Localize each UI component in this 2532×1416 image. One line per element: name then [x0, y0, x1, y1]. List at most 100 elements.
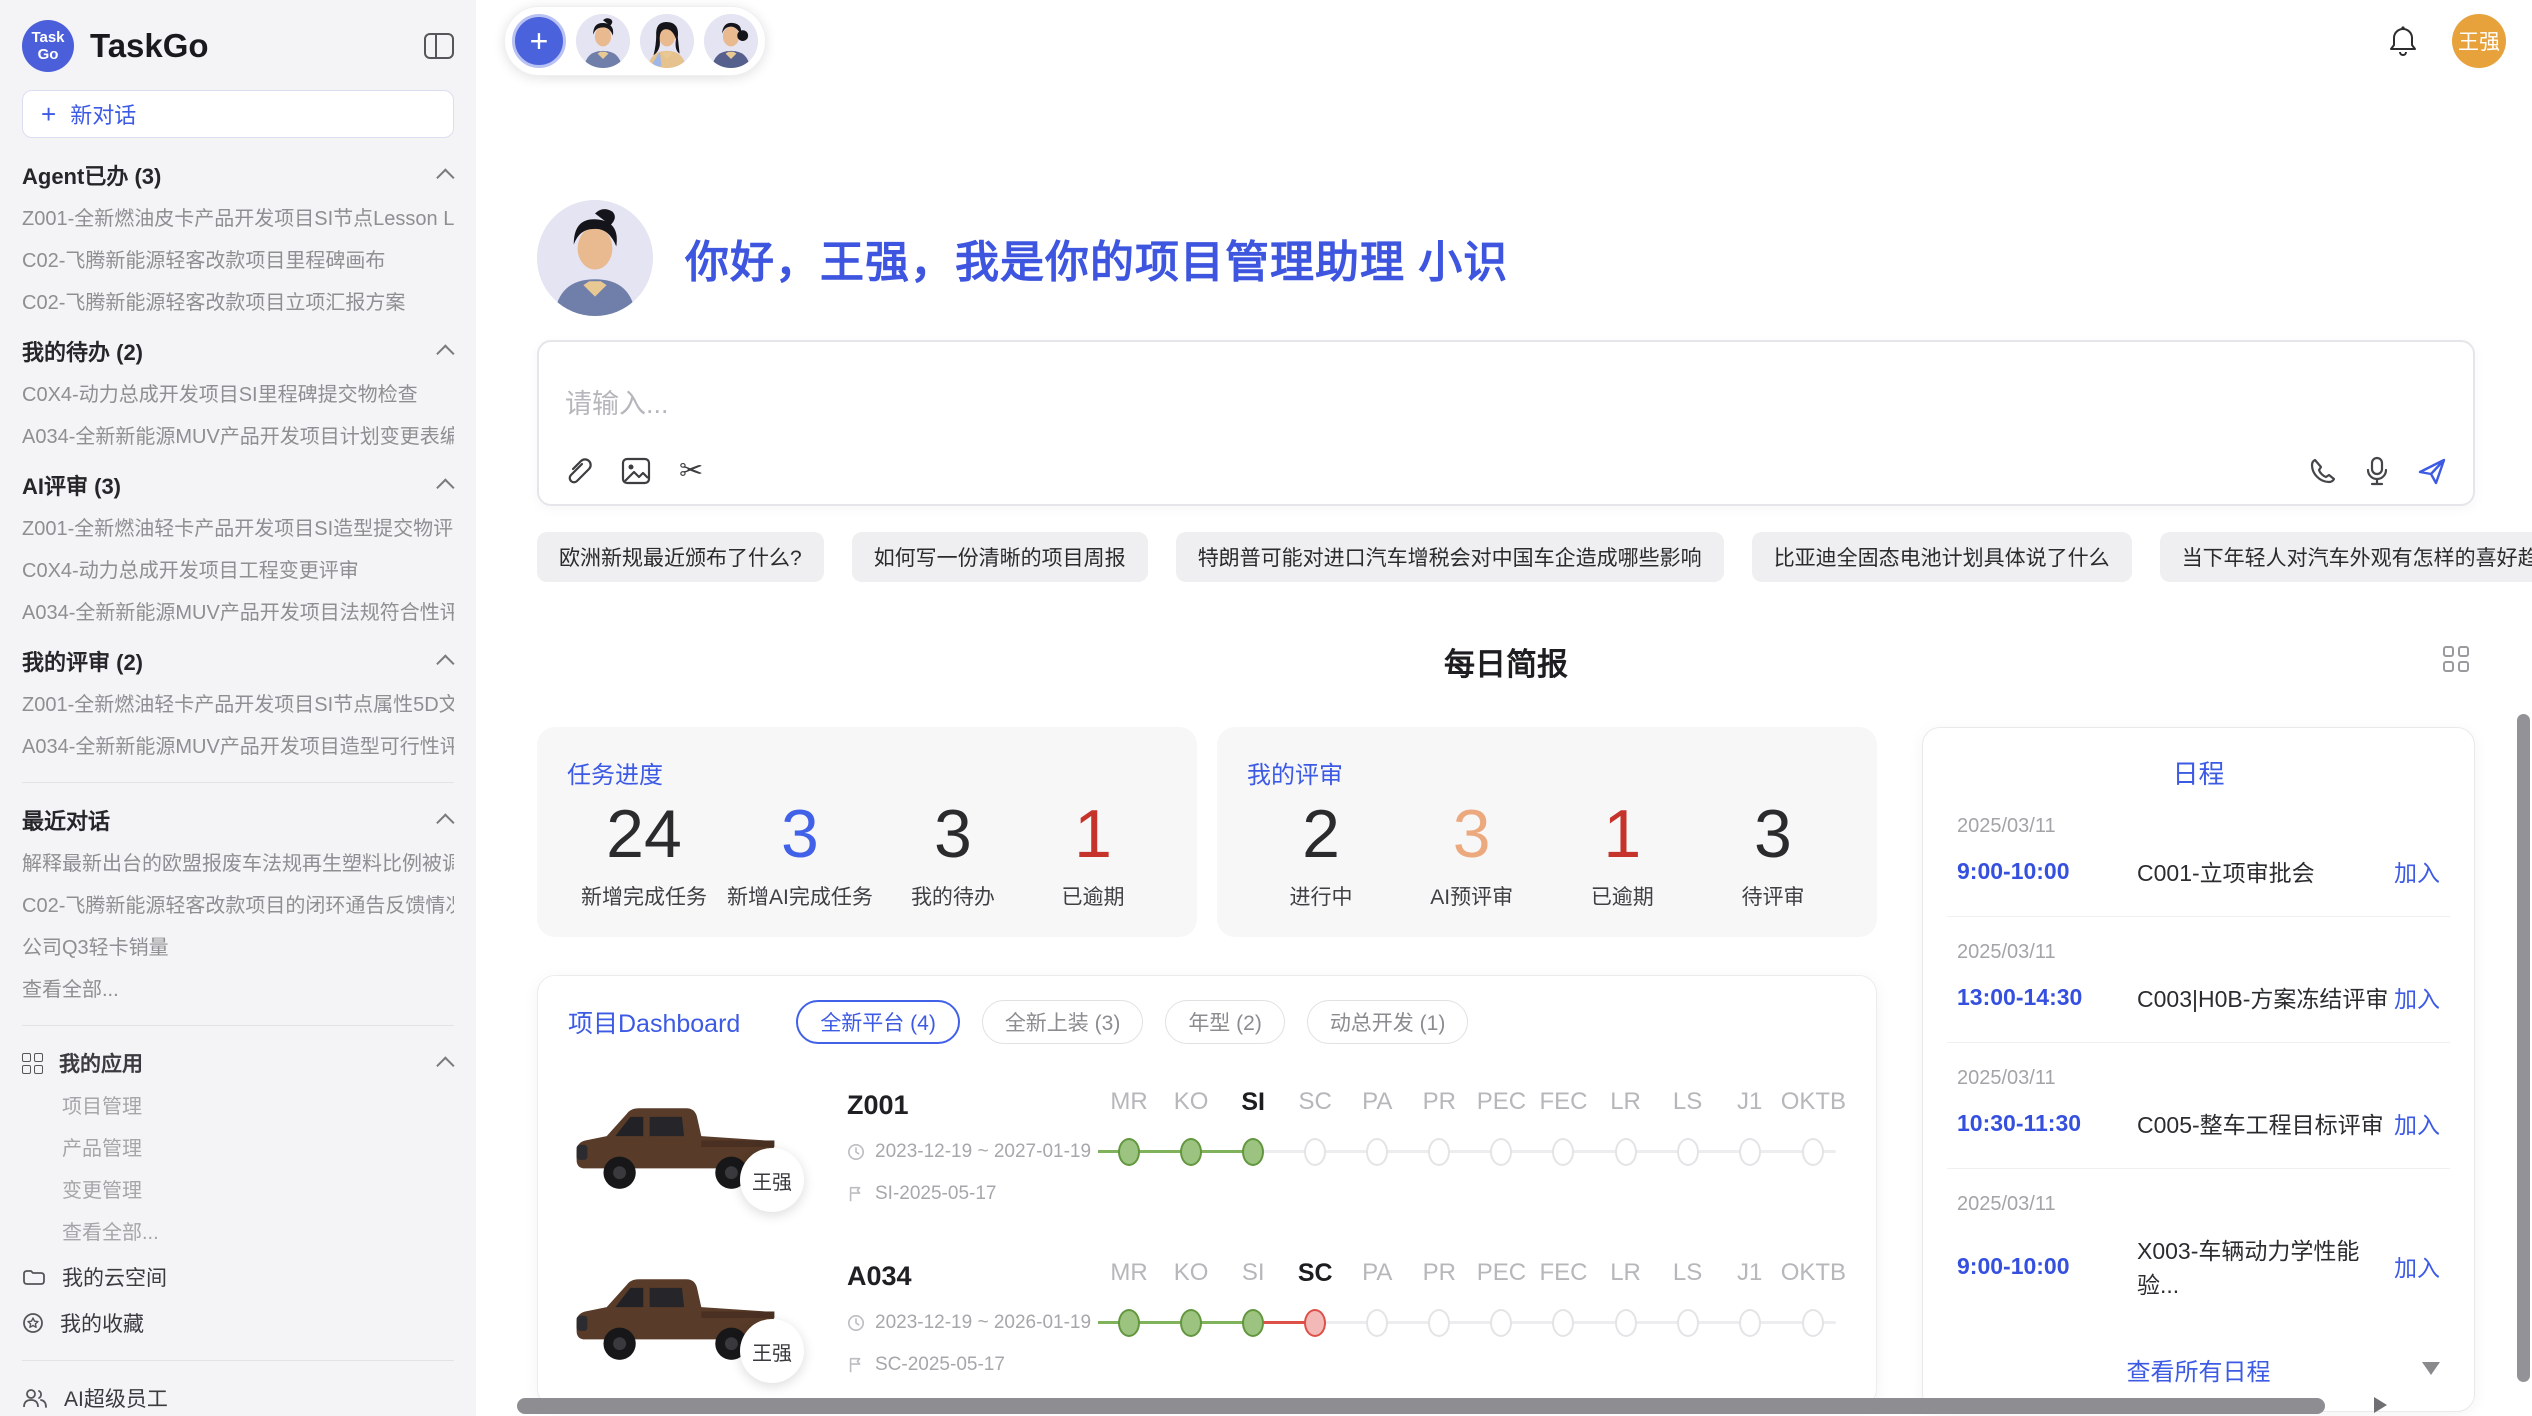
- milestone: LR: [1595, 1259, 1657, 1337]
- suggestion-chip[interactable]: 特朗普可能对进口汽车增税会对中国车企造成哪些影响: [1176, 532, 1724, 582]
- sidebar-section-recent[interactable]: 最近对话: [22, 797, 454, 843]
- sidebar-item[interactable]: C0X4-动力总成开发项目SI里程碑提交物检查: [22, 374, 454, 416]
- sidebar-item[interactable]: C02-飞腾新能源轻客改款项目立项汇报方案: [22, 282, 454, 324]
- sidebar-item-ai-super-staff[interactable]: AI超级员工: [22, 1375, 454, 1416]
- sidebar-item[interactable]: A034-全新新能源MUV产品开发项目法规符合性评审: [22, 592, 454, 634]
- schedule-time: 9:00-10:00: [1957, 1253, 2137, 1280]
- send-icon[interactable]: [2417, 456, 2447, 486]
- sidebar-item[interactable]: A034-全新新能源MUV产品开发项目造型可行性评审: [22, 726, 454, 768]
- view-all-chats-link[interactable]: 查看全部...: [22, 969, 454, 1011]
- schedule-list: 2025/03/119:00-10:00C001-立项审批会加入2025/03/…: [1923, 791, 2474, 1328]
- milestone-label: LR: [1610, 1259, 1641, 1295]
- stat-value: 3: [1754, 792, 1792, 877]
- notifications-bell-icon[interactable]: [2388, 25, 2418, 57]
- schedule-card: 日程 2025/03/119:00-10:00C001-立项审批会加入2025/…: [1922, 727, 2475, 1412]
- milestone-label: PA: [1362, 1259, 1392, 1295]
- new-chat-button[interactable]: + 新对话: [22, 90, 454, 138]
- sidebar: Task Go TaskGo + 新对话 Agent已办 (3)Z001-全新燃…: [0, 0, 476, 1416]
- app-item[interactable]: 产品管理: [22, 1128, 454, 1170]
- suggestion-chip[interactable]: 比亚迪全固态电池计划具体说了什么: [1752, 532, 2132, 582]
- milestone: PEC: [1470, 1259, 1532, 1337]
- project-row[interactable]: 王强A0342023-12-19 ~ 2026-01-19SC-2025-05-…: [568, 1257, 1846, 1386]
- join-meeting-link[interactable]: 加入: [2394, 1249, 2440, 1283]
- dashboard-tab[interactable]: 全新上装 (3): [982, 1000, 1144, 1044]
- vertical-scrollbar[interactable]: [2517, 714, 2530, 1382]
- milestone-label: LS: [1673, 1088, 1702, 1124]
- stat-value: 1: [1074, 792, 1112, 877]
- milestone: J1: [1719, 1088, 1781, 1166]
- chat-input-card: ✂: [537, 340, 2475, 506]
- milestone-dot: [1304, 1138, 1326, 1166]
- image-upload-icon[interactable]: [621, 457, 651, 485]
- attachment-icon[interactable]: [565, 456, 593, 486]
- sidebar-section-header-3[interactable]: 我的评审 (2): [22, 638, 454, 684]
- join-meeting-link[interactable]: 加入: [2394, 1106, 2440, 1140]
- sidebar-nav: Agent已办 (3)Z001-全新燃油皮卡产品开发项目SI节点Lesson L…: [0, 148, 476, 1416]
- milestone-label: J1: [1737, 1088, 1762, 1124]
- dashboard-tab[interactable]: 全新平台 (4): [796, 1000, 960, 1044]
- phone-call-icon[interactable]: [2309, 457, 2337, 485]
- sidebar-item-cloud-space[interactable]: 我的云空间: [22, 1254, 454, 1300]
- suggestion-chip[interactable]: 当下年轻人对汽车外观有怎样的喜好趋势: [2160, 532, 2532, 582]
- recent-chat-item[interactable]: 公司Q3轻卡销量: [22, 927, 454, 969]
- project-date-range: 2023-12-19 ~ 2027-01-19: [875, 1141, 1091, 1163]
- schedule-row: 13:00-14:30C003|H0B-方案冻结评审加入: [1957, 980, 2440, 1014]
- sidebar-item[interactable]: Z001-全新燃油轻卡产品开发项目SI节点属性5D文件评审: [22, 684, 454, 726]
- sidebar-section-header-1[interactable]: 我的待办 (2): [22, 328, 454, 374]
- app-item[interactable]: 变更管理: [22, 1170, 454, 1212]
- horizontal-scrollbar[interactable]: [517, 1398, 2325, 1414]
- milestone: MR: [1098, 1088, 1160, 1166]
- sidebar-item[interactable]: A034-全新新能源MUV产品开发项目计划变更表编写: [22, 416, 454, 458]
- app-item[interactable]: 项目管理: [22, 1086, 454, 1128]
- join-meeting-link[interactable]: 加入: [2394, 854, 2440, 888]
- suggestion-chip[interactable]: 欧洲新规最近颁布了什么?: [537, 532, 824, 582]
- agent-avatar-3[interactable]: [704, 14, 758, 68]
- sidebar-item-label: 我的云空间: [62, 1262, 167, 1292]
- scroll-right-arrow-icon[interactable]: [2374, 1397, 2387, 1413]
- sidebar-item[interactable]: Z001-全新燃油皮卡产品开发项目SI节点Lesson Learn报告: [22, 198, 454, 240]
- milestone-label: SC: [1298, 1259, 1333, 1295]
- user-avatar[interactable]: 王强: [2452, 14, 2506, 68]
- agent-avatar-2[interactable]: [640, 14, 694, 68]
- milestone-dot: [1180, 1309, 1202, 1337]
- sidebar-section-header-2[interactable]: AI评审 (3): [22, 462, 454, 508]
- recent-chat-item[interactable]: 解释最新出台的欧盟报废车法规再生塑料比例被调至15%...: [22, 843, 454, 885]
- agent-switcher: +: [504, 6, 766, 76]
- briefing-columns: 任务进度24新增完成任务3新增AI完成任务3我的待办1已逾期我的评审2进行中3A…: [537, 727, 2475, 1416]
- sidebar-item[interactable]: C02-飞腾新能源轻客改款项目里程碑画布: [22, 240, 454, 282]
- sidebar-item[interactable]: Z001-全新燃油轻卡产品开发项目SI造型提交物评审: [22, 508, 454, 550]
- section-label: 最近对话: [22, 804, 110, 836]
- sidebar-collapse-icon[interactable]: [424, 33, 454, 59]
- milestone: SI: [1222, 1088, 1284, 1166]
- schedule-date: 2025/03/11: [1957, 1193, 2440, 1216]
- agent-avatar-1[interactable]: [576, 14, 630, 68]
- briefing-layout-icon[interactable]: [2443, 646, 2469, 672]
- suggestion-chips: 欧洲新规最近颁布了什么? 如何写一份清晰的项目周报特朗普可能对进口汽车增税会对中国…: [537, 532, 2475, 582]
- microphone-icon[interactable]: [2365, 456, 2389, 486]
- milestone-label: PA: [1362, 1088, 1392, 1124]
- project-date-range: 2023-12-19 ~ 2026-01-19: [875, 1312, 1091, 1334]
- sidebar-section-header-0[interactable]: Agent已办 (3): [22, 152, 454, 198]
- sidebar-item-favorites[interactable]: 我的收藏: [22, 1300, 454, 1346]
- scissors-icon[interactable]: ✂: [679, 453, 703, 488]
- stat-item: 1已逾期: [1033, 792, 1153, 911]
- recent-chat-item[interactable]: C02-飞腾新能源轻客改款项目的闭环通告反馈情况: [22, 885, 454, 927]
- divider: [22, 1025, 454, 1026]
- suggestion-chip[interactable]: 如何写一份清晰的项目周报: [852, 532, 1148, 582]
- stat-item: 24新增完成任务: [581, 792, 707, 911]
- milestone-columns: MRKOSISCPAPRPECFECLRLSJ1OKTB: [1098, 1259, 1846, 1337]
- sidebar-section-my-apps[interactable]: 我的应用: [22, 1040, 454, 1086]
- join-meeting-link[interactable]: 加入: [2394, 980, 2440, 1014]
- dashboard-tab[interactable]: 动总开发 (1): [1307, 1000, 1469, 1044]
- chat-input[interactable]: [565, 382, 2447, 453]
- divider: [22, 1360, 454, 1361]
- scroll-down-arrow-icon[interactable]: [2422, 1362, 2440, 1375]
- view-all-schedule-link[interactable]: 查看所有日程: [1923, 1328, 2474, 1401]
- view-all-apps-link[interactable]: 查看全部...: [22, 1212, 454, 1254]
- project-row[interactable]: 王强Z0012023-12-19 ~ 2027-01-19SI-2025-05-…: [568, 1086, 1846, 1215]
- dashboard-tab[interactable]: 年型 (2): [1165, 1000, 1285, 1044]
- add-agent-button[interactable]: +: [512, 14, 566, 68]
- milestone-dot: [1739, 1138, 1761, 1166]
- sidebar-item[interactable]: C0X4-动力总成开发项目工程变更评审: [22, 550, 454, 592]
- milestone-label: J1: [1737, 1259, 1762, 1295]
